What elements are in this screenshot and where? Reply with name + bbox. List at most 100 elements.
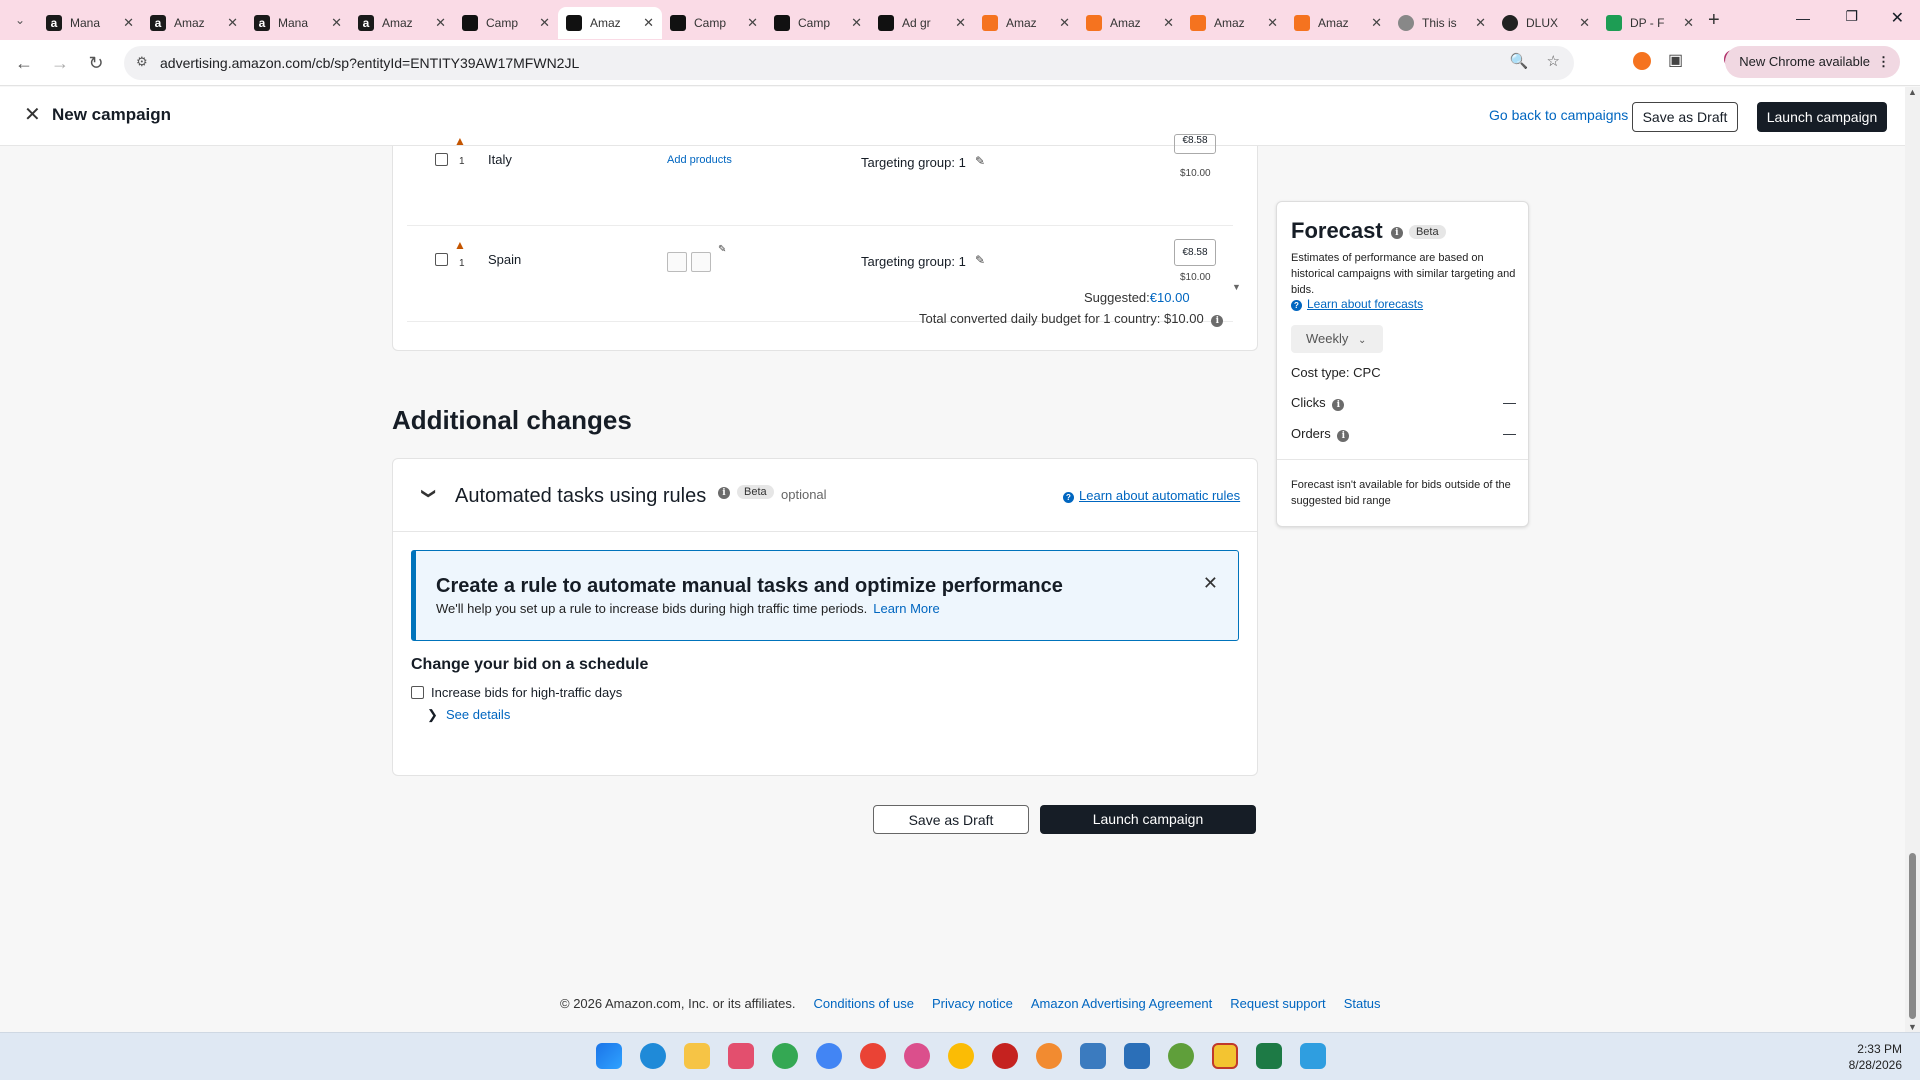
- tab-close-icon[interactable]: ✕: [1059, 15, 1070, 31]
- edit-products-icon[interactable]: ✎: [718, 244, 726, 255]
- browser-tab[interactable]: DLUX ✕: [1494, 7, 1598, 39]
- chrome-icon[interactable]: [1036, 1043, 1062, 1069]
- product-thumbnail[interactable]: [667, 252, 687, 272]
- tab-close-icon[interactable]: ✕: [1163, 15, 1174, 31]
- close-window-icon[interactable]: ✕: [1891, 8, 1904, 28]
- chrome-icon[interactable]: [772, 1043, 798, 1069]
- bookmark-star-icon[interactable]: ☆: [1547, 52, 1560, 70]
- row-checkbox[interactable]: [435, 153, 448, 166]
- increase-bids-label[interactable]: Increase bids for high-traffic days: [431, 685, 622, 700]
- clock[interactable]: 2:33 PM 8/28/2026: [1849, 1041, 1902, 1073]
- chrome-icon[interactable]: [948, 1043, 974, 1069]
- browser-tab[interactable]: a Amaz ✕: [350, 7, 454, 39]
- footer-link-privacy[interactable]: Privacy notice: [932, 996, 1013, 1011]
- new-tab-icon[interactable]: +: [1708, 9, 1720, 32]
- edit-pencil-icon[interactable]: ✎: [975, 154, 985, 168]
- launch-campaign-button[interactable]: Launch campaign: [1757, 102, 1887, 132]
- chevron-right-icon[interactable]: ❯: [427, 707, 438, 723]
- browser-tab[interactable]: Amaz ✕: [1286, 7, 1390, 39]
- tab-close-icon[interactable]: ✕: [1267, 15, 1278, 31]
- page-scrollbar[interactable]: ▲ ▼: [1905, 87, 1920, 1032]
- edit-pencil-icon[interactable]: ✎: [975, 253, 985, 267]
- chat-icon[interactable]: [1212, 1043, 1238, 1069]
- tab-close-icon[interactable]: ✕: [539, 15, 550, 31]
- scrollbar-thumb[interactable]: [1909, 853, 1916, 1019]
- remote-desktop-icon[interactable]: [1080, 1043, 1106, 1069]
- snipping-tool-icon[interactable]: [728, 1043, 754, 1069]
- tab-close-icon[interactable]: ✕: [1683, 15, 1694, 31]
- tab-close-icon[interactable]: ✕: [643, 15, 654, 31]
- info-icon[interactable]: i: [1211, 315, 1224, 327]
- browser-tab[interactable]: DP - F ✕: [1598, 7, 1702, 39]
- start-icon[interactable]: [596, 1043, 622, 1069]
- table-scroll-down-icon[interactable]: ▼: [1232, 282, 1241, 292]
- browser-tab[interactable]: a Mana ✕: [38, 7, 142, 39]
- chrome-icon[interactable]: [816, 1043, 842, 1069]
- browser-tab[interactable]: a Mana ✕: [246, 7, 350, 39]
- info-icon[interactable]: i: [1390, 227, 1403, 239]
- footer-link-agreement[interactable]: Amazon Advertising Agreement: [1031, 996, 1212, 1011]
- browser-tab[interactable]: Amaz ✕: [1182, 7, 1286, 39]
- browser-tab[interactable]: a Amaz ✕: [142, 7, 246, 39]
- suggested-value[interactable]: €10.00: [1150, 290, 1190, 305]
- forward-icon[interactable]: →: [44, 47, 76, 79]
- launch-campaign-button[interactable]: Launch campaign: [1040, 805, 1256, 834]
- go-back-link[interactable]: Go back to campaigns: [1489, 107, 1628, 123]
- browser-tab[interactable]: Ad gr ✕: [870, 7, 974, 39]
- see-details-link[interactable]: See details: [446, 707, 510, 722]
- browser-tab[interactable]: Camp ✕: [766, 7, 870, 39]
- scroll-up-icon[interactable]: ▲: [1908, 87, 1917, 97]
- extension-icon[interactable]: [1633, 52, 1651, 70]
- browser-tab[interactable]: Amaz ✕: [974, 7, 1078, 39]
- chrome-icon[interactable]: [992, 1043, 1018, 1069]
- tab-close-icon[interactable]: ✕: [435, 15, 446, 31]
- chrome-icon[interactable]: [904, 1043, 930, 1069]
- excel-icon[interactable]: [1256, 1043, 1282, 1069]
- file-explorer-icon[interactable]: [684, 1043, 710, 1069]
- tab-close-icon[interactable]: ✕: [1371, 15, 1382, 31]
- new-chrome-button[interactable]: New Chrome available ⋮: [1725, 46, 1900, 78]
- browser-tab[interactable]: Amaz ✕: [1078, 7, 1182, 39]
- more-menu-icon[interactable]: ⋮: [1877, 46, 1890, 78]
- chrome-icon[interactable]: [1168, 1043, 1194, 1069]
- product-thumbnail[interactable]: [691, 252, 711, 272]
- rules-header[interactable]: ❯ Automated tasks using rules i Beta opt…: [393, 459, 1257, 532]
- restore-icon[interactable]: ❐: [1845, 8, 1858, 25]
- tab-close-icon[interactable]: ✕: [1579, 15, 1590, 31]
- back-icon[interactable]: ←: [8, 47, 40, 79]
- row-checkbox[interactable]: [435, 253, 448, 266]
- footer-link-support[interactable]: Request support: [1230, 996, 1325, 1011]
- close-icon[interactable]: ✕: [24, 102, 41, 127]
- browser-tab[interactable]: Amaz ✕: [558, 7, 662, 39]
- close-icon[interactable]: ✕: [1203, 573, 1218, 594]
- browser-tab[interactable]: This is ✕: [1390, 7, 1494, 39]
- info-icon[interactable]: i: [1332, 399, 1345, 411]
- address-bar[interactable]: ⚙ advertising.amazon.com/cb/sp?entityId=…: [124, 46, 1574, 80]
- footer-link-conditions[interactable]: Conditions of use: [814, 996, 914, 1011]
- learn-forecasts-link[interactable]: ? Learn about forecasts: [1291, 297, 1423, 311]
- tab-search-icon[interactable]: ⌄: [8, 4, 32, 36]
- info-icon[interactable]: i: [718, 487, 730, 499]
- footer-link-status[interactable]: Status: [1344, 996, 1381, 1011]
- edge-icon[interactable]: [640, 1043, 666, 1069]
- tab-close-icon[interactable]: ✕: [955, 15, 966, 31]
- save-draft-button[interactable]: Save as Draft: [1632, 102, 1738, 132]
- increase-bids-checkbox[interactable]: [411, 686, 424, 699]
- puzzle-icon[interactable]: ▣: [1668, 50, 1683, 70]
- learn-rules-link[interactable]: ? Learn about automatic rules: [1063, 488, 1240, 503]
- tab-close-icon[interactable]: ✕: [123, 15, 134, 31]
- tab-close-icon[interactable]: ✕: [1475, 15, 1486, 31]
- learn-more-link[interactable]: Learn More: [873, 601, 939, 616]
- paint-icon[interactable]: [1300, 1043, 1326, 1069]
- browser-tab[interactable]: Camp ✕: [454, 7, 558, 39]
- save-draft-button[interactable]: Save as Draft: [873, 805, 1029, 834]
- tab-close-icon[interactable]: ✕: [227, 15, 238, 31]
- reload-icon[interactable]: ↻: [80, 47, 112, 79]
- minimize-icon[interactable]: —: [1796, 10, 1810, 26]
- bid-input[interactable]: €8.58: [1174, 134, 1216, 154]
- add-products-link[interactable]: Add products: [667, 154, 732, 166]
- zoom-icon[interactable]: 🔍: [1510, 52, 1529, 70]
- tab-close-icon[interactable]: ✕: [331, 15, 342, 31]
- chevron-down-icon[interactable]: ❯: [420, 488, 437, 500]
- site-info-icon[interactable]: ⚙: [136, 54, 148, 70]
